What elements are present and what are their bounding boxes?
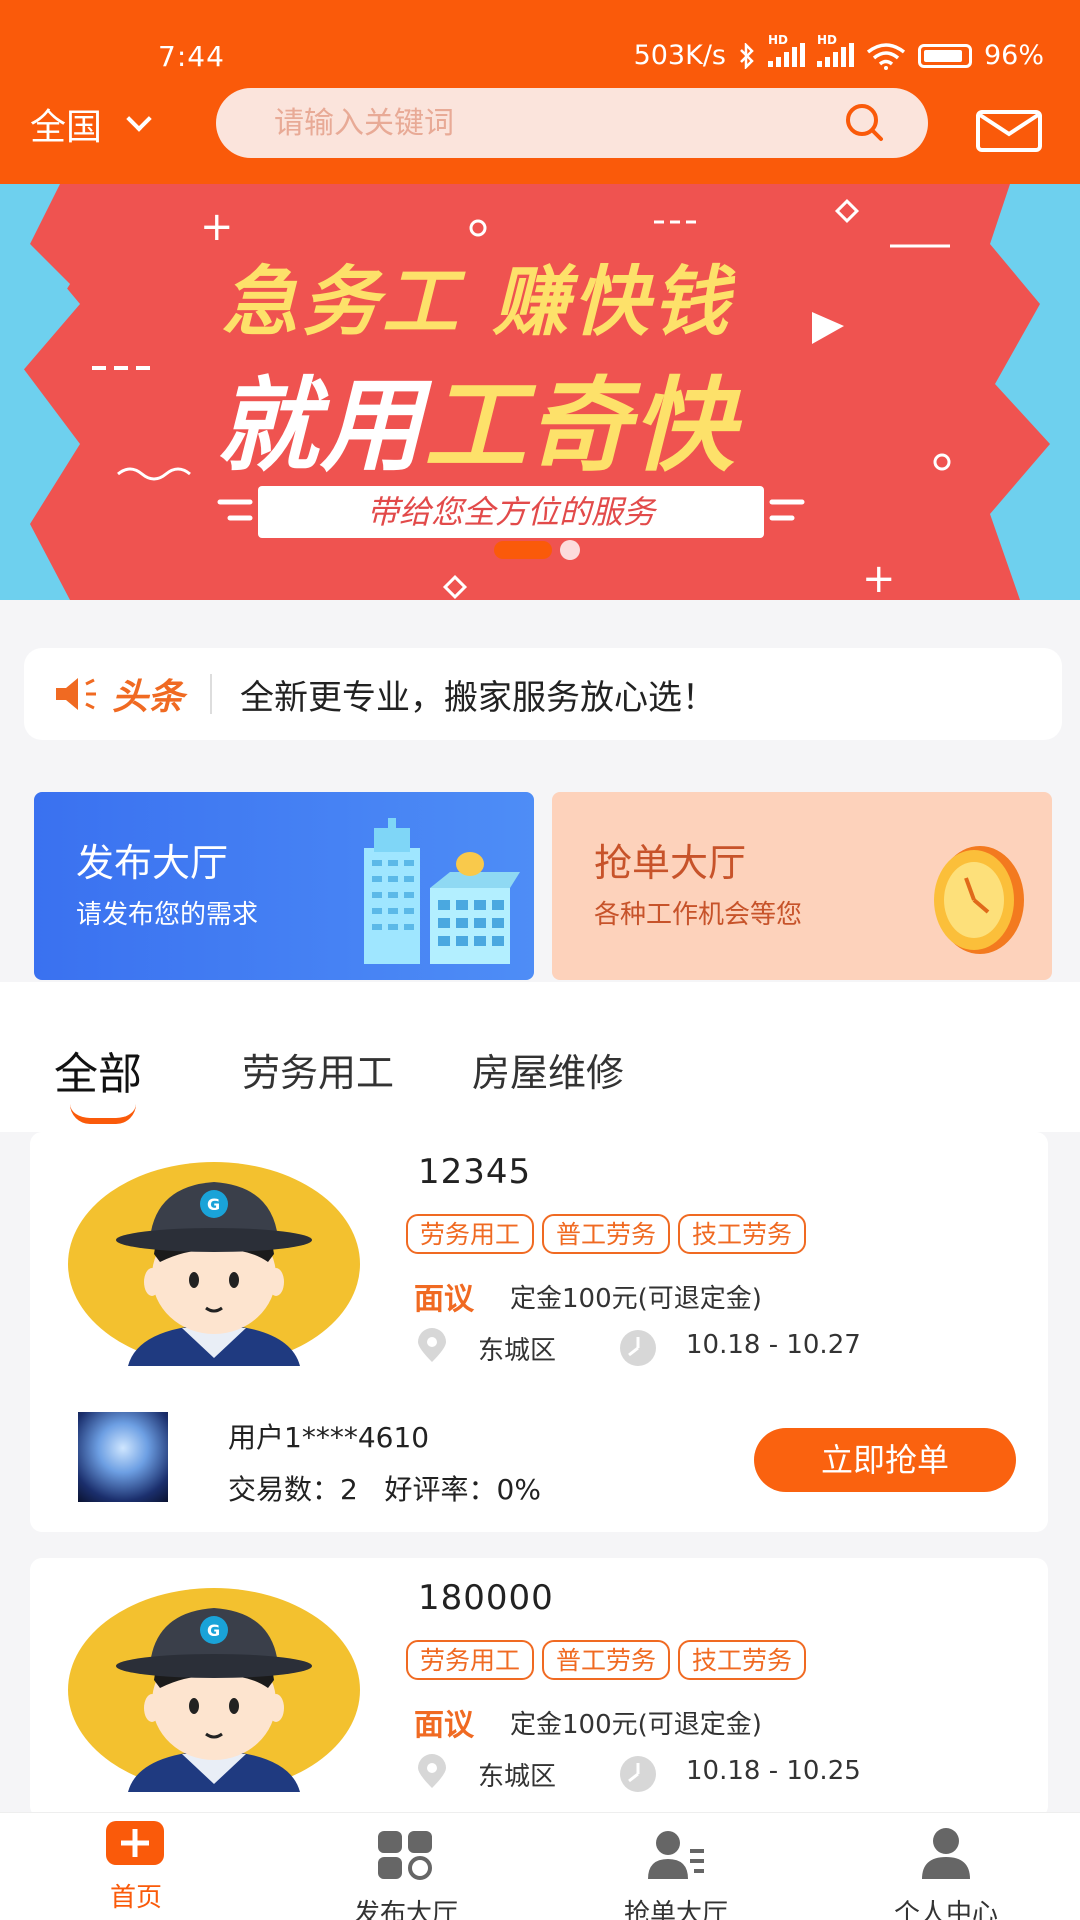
tab-all[interactable]: 全部: [54, 1038, 142, 1102]
clock-icon: [934, 846, 1024, 954]
clock-icon: [620, 1756, 656, 1792]
status-bar: 7:44 503K/s HD HD 96%: [0, 0, 1080, 84]
region-selector[interactable]: 全国: [30, 98, 152, 150]
clock-icon: [620, 1330, 656, 1366]
svg-text:G: G: [207, 1195, 220, 1214]
job-tag: 普工劳务: [542, 1214, 671, 1254]
publish-hall-title: 发布大厅: [76, 841, 229, 885]
job-price: 面议: [414, 1708, 474, 1743]
job-title: 180000: [418, 1578, 554, 1618]
nav-grab-hall[interactable]: 抢单大厅: [576, 1813, 776, 1920]
speaker-icon: [56, 678, 96, 710]
user-stats: 交易数：2 好评率：0%: [228, 1473, 541, 1506]
grid-icon: [378, 1831, 432, 1880]
banner-dot-active[interactable]: [494, 541, 552, 559]
banner-headline: 急务工 赚快钱: [222, 257, 733, 346]
grab-hall-card[interactable]: 抢单大厅 各种工作机会等您: [552, 792, 1052, 980]
status-time: 7:44: [158, 40, 225, 73]
banner-pagination: [494, 540, 580, 560]
job-tag: 劳务用工: [406, 1214, 535, 1254]
header: 7:44 503K/s HD HD 96% 全国: [0, 0, 1080, 184]
search-bar[interactable]: [216, 88, 928, 158]
bluetooth-icon: [740, 42, 754, 69]
svg-text:+: +: [862, 556, 896, 600]
banner-slogan: 就用工奇快: [216, 367, 736, 486]
job-tag: 技工劳务: [678, 1640, 807, 1680]
location-icon: [418, 1328, 446, 1362]
status-right: 503K/s HD HD 96%: [633, 33, 1044, 72]
banner-dot[interactable]: [560, 540, 580, 560]
job-tag: 技工劳务: [678, 1214, 807, 1254]
banner-pill: 带给您全方位的服务: [258, 486, 764, 538]
user-list-icon: [648, 1831, 704, 1879]
job-date-range: 10.18 - 10.25: [686, 1756, 861, 1786]
grab-hall-title: 抢单大厅: [594, 841, 747, 885]
news-text[interactable]: 全新更专业，搬家服务放心选！: [240, 670, 716, 719]
network-speed: 503K/s: [633, 40, 726, 71]
svg-text:G: G: [207, 1621, 220, 1640]
publish-hall-card[interactable]: 发布大厅 请发布您的需求: [34, 792, 534, 980]
worker-avatar: G: [58, 1584, 368, 1794]
nav-publish-hall[interactable]: 发布大厅: [306, 1813, 506, 1920]
nav-label: 抢单大厅: [623, 1899, 728, 1920]
publish-hall-subtitle: 请发布您的需求: [76, 900, 259, 930]
news-ticker[interactable]: 头条 全新更专业，搬家服务放心选！: [24, 648, 1062, 740]
battery-icon: [917, 43, 972, 68]
job-deposit: 定金100元(可退定金): [510, 1710, 762, 1740]
tab-active-indicator: [70, 1104, 136, 1124]
user-name: 用户1****4610: [228, 1421, 430, 1454]
promo-banner[interactable]: + + 急务工 赚快钱 就用工奇快 带给您全方位的服务: [0, 184, 1080, 600]
job-tag: 普工劳务: [542, 1640, 671, 1680]
job-location: 东城区: [478, 1336, 557, 1366]
grab-order-button[interactable]: 立即抢单: [754, 1428, 1016, 1492]
bottom-nav: 首页 发布大厅 抢单大厅 个人中心: [0, 1812, 1080, 1920]
user-avatar: [78, 1412, 168, 1502]
nav-profile[interactable]: 个人中心: [846, 1813, 1046, 1920]
job-title: 12345: [418, 1152, 532, 1192]
search-input[interactable]: [274, 88, 834, 158]
grab-hall-subtitle: 各种工作机会等您: [594, 900, 803, 930]
job-date-range: 10.18 - 10.27: [686, 1330, 861, 1360]
signal-1-icon: HD: [767, 33, 805, 67]
search-icon[interactable]: [844, 102, 884, 142]
wifi-icon: [866, 42, 906, 70]
battery-percent: 96%: [983, 40, 1044, 71]
person-icon: [922, 1828, 970, 1879]
job-tags: 劳务用工 普工劳务 技工劳务: [406, 1640, 807, 1680]
job-tag: 劳务用工: [406, 1640, 535, 1680]
job-deposit: 定金100元(可退定金): [510, 1284, 762, 1314]
job-price: 面议: [414, 1282, 474, 1317]
nav-label: 发布大厅: [353, 1899, 458, 1920]
buildings-icon: [364, 818, 520, 964]
job-location: 东城区: [478, 1762, 557, 1792]
nav-label: 首页: [109, 1883, 162, 1913]
mail-icon[interactable]: [976, 110, 1042, 152]
region-label: 全国: [30, 107, 103, 148]
home-plus-icon: [106, 1821, 164, 1865]
tab-labor[interactable]: 劳务用工: [242, 1042, 394, 1097]
location-icon: [418, 1754, 446, 1788]
job-tags: 劳务用工 普工劳务 技工劳务: [406, 1214, 807, 1254]
job-card[interactable]: G 12345 劳务用工 普工劳务 技工劳务 面议 定金100元(可退定金) 东…: [30, 1132, 1048, 1532]
job-card[interactable]: G 180000 劳务用工 普工劳务 技工劳务 面议 定金100元(可退定金) …: [30, 1558, 1048, 1818]
nav-home[interactable]: 首页: [36, 1813, 236, 1920]
tab-house-repair[interactable]: 房屋维修: [472, 1042, 624, 1097]
chevron-down-icon: [126, 106, 152, 132]
news-brand: 头条: [112, 677, 185, 718]
nav-label: 个人中心: [893, 1899, 998, 1920]
divider: [210, 674, 213, 714]
signal-2-icon: HD: [816, 33, 854, 67]
worker-avatar: G: [58, 1158, 368, 1368]
